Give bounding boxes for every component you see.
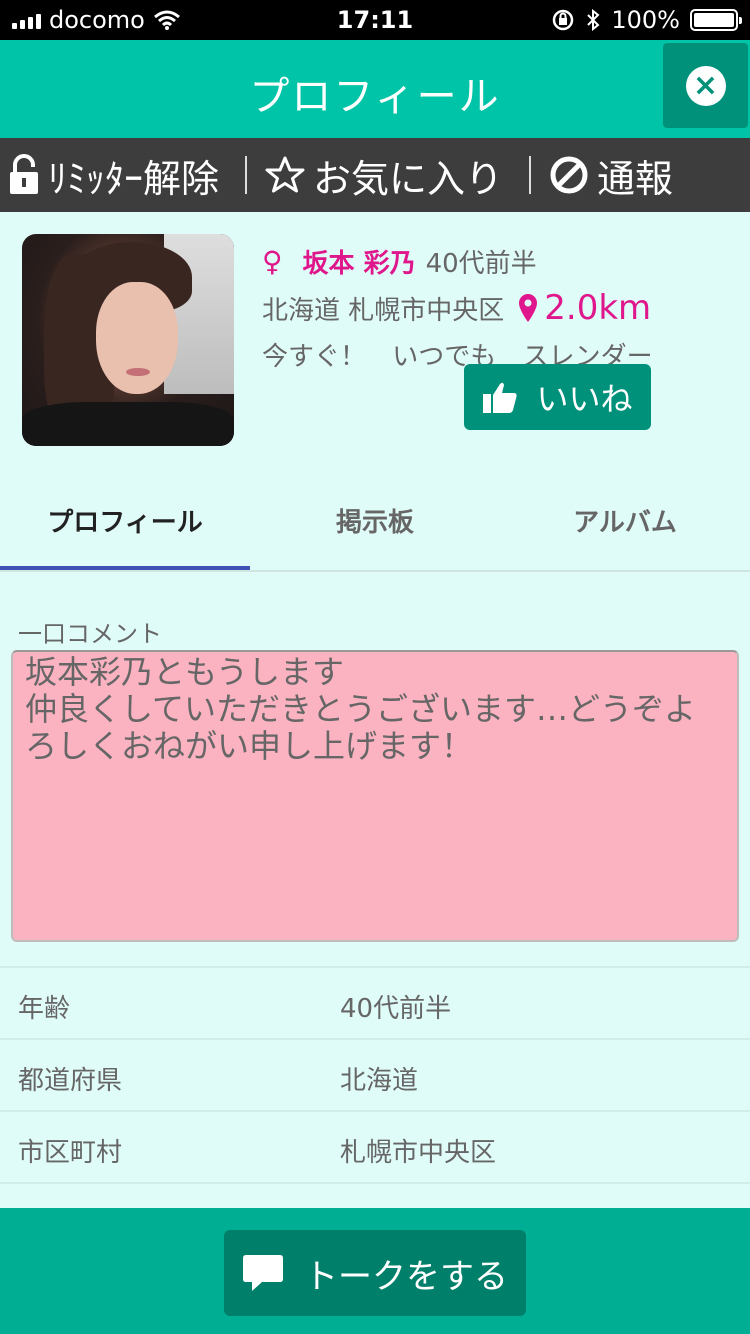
distance: 2.0km [544,288,652,328]
row-value: 北海道 [340,1066,419,1096]
battery-fill [694,13,734,27]
row-value: 札幌市中央区 [340,1138,497,1168]
prohibited-icon [550,156,588,194]
favorite-button[interactable]: お気に入り [265,138,503,212]
row-key: 都道府県 [18,1066,123,1096]
like-label: いいね [536,380,633,418]
thumbs-up-icon [483,382,518,413]
table-row: 年齢 40代前半 [0,968,750,1040]
report-label: 通報 [597,156,674,201]
name-line: ♀ 坂本 彩乃 40代前半 [262,244,742,279]
detail-table: 年齢 40代前半 都道府県 北海道 市区町村 札幌市中央区 [0,966,750,1184]
table-row: 都道府県 北海道 [0,1040,750,1112]
active-tab-indicator [0,566,250,570]
talk-button[interactable]: トークをする [224,1230,526,1316]
comment-box: 坂本彩乃ともうします 仲良くしていただきとうございます…どうぞよろしくおねがい申… [11,650,739,942]
location-pin-icon [519,294,538,322]
female-icon: ♀ [262,244,283,278]
avatar[interactable] [22,234,234,446]
tag: 今すぐ！ [262,342,367,372]
talk-label: トークをする [304,1256,508,1297]
divider [529,156,532,194]
tab-album[interactable]: アルバム [500,490,750,570]
bluetooth-icon [587,8,600,32]
divider [245,156,248,194]
row-key: 年齢 [18,994,71,1024]
tab-profile[interactable]: プロフィール [0,490,250,570]
favorite-label: お気に入り [313,156,504,201]
footer: トークをする [0,1208,750,1334]
page-title: プロフィール [249,74,501,120]
user-age: 40代前半 [425,248,537,279]
unlock-icon [10,154,38,194]
battery-percent: 100% [611,6,680,34]
comment-label: 一口コメント [18,620,162,648]
like-button[interactable]: いいね [464,364,651,430]
header: プロフィール × [0,40,750,138]
star-icon [265,156,305,193]
orientation-lock-icon [553,9,574,31]
close-button[interactable]: × [663,43,748,128]
tab-board[interactable]: 掲示板 [250,490,500,570]
limiter-release-button[interactable]: ﾘﾐｯﾀｰ解除 [8,138,219,212]
user-location: 北海道 札幌市中央区 [262,295,505,326]
limiter-release-label: ﾘﾐｯﾀｰ解除 [48,156,220,201]
status-bar: docomo 17:11 100% [0,0,750,40]
close-icon: × [685,65,726,106]
row-key: 市区町村 [18,1138,123,1168]
tab-bar: プロフィール 掲示板 アルバム [0,490,750,572]
location-line: 北海道 札幌市中央区 2.0km [262,288,742,328]
chat-bubble-icon [243,1255,283,1291]
status-right: 100% [551,0,742,40]
profile-info: ♀ 坂本 彩乃 40代前半 北海道 札幌市中央区 2.0km 今すぐ！ いつでも… [262,244,742,373]
battery-icon [690,9,742,31]
table-row: 市区町村 札幌市中央区 [0,1112,750,1184]
row-value: 40代前半 [340,994,452,1024]
report-button[interactable]: 通報 [549,138,673,212]
action-bar: ﾘﾐｯﾀｰ解除 お気に入り 通報 [0,138,750,212]
user-name: 坂本 彩乃 [302,248,416,279]
